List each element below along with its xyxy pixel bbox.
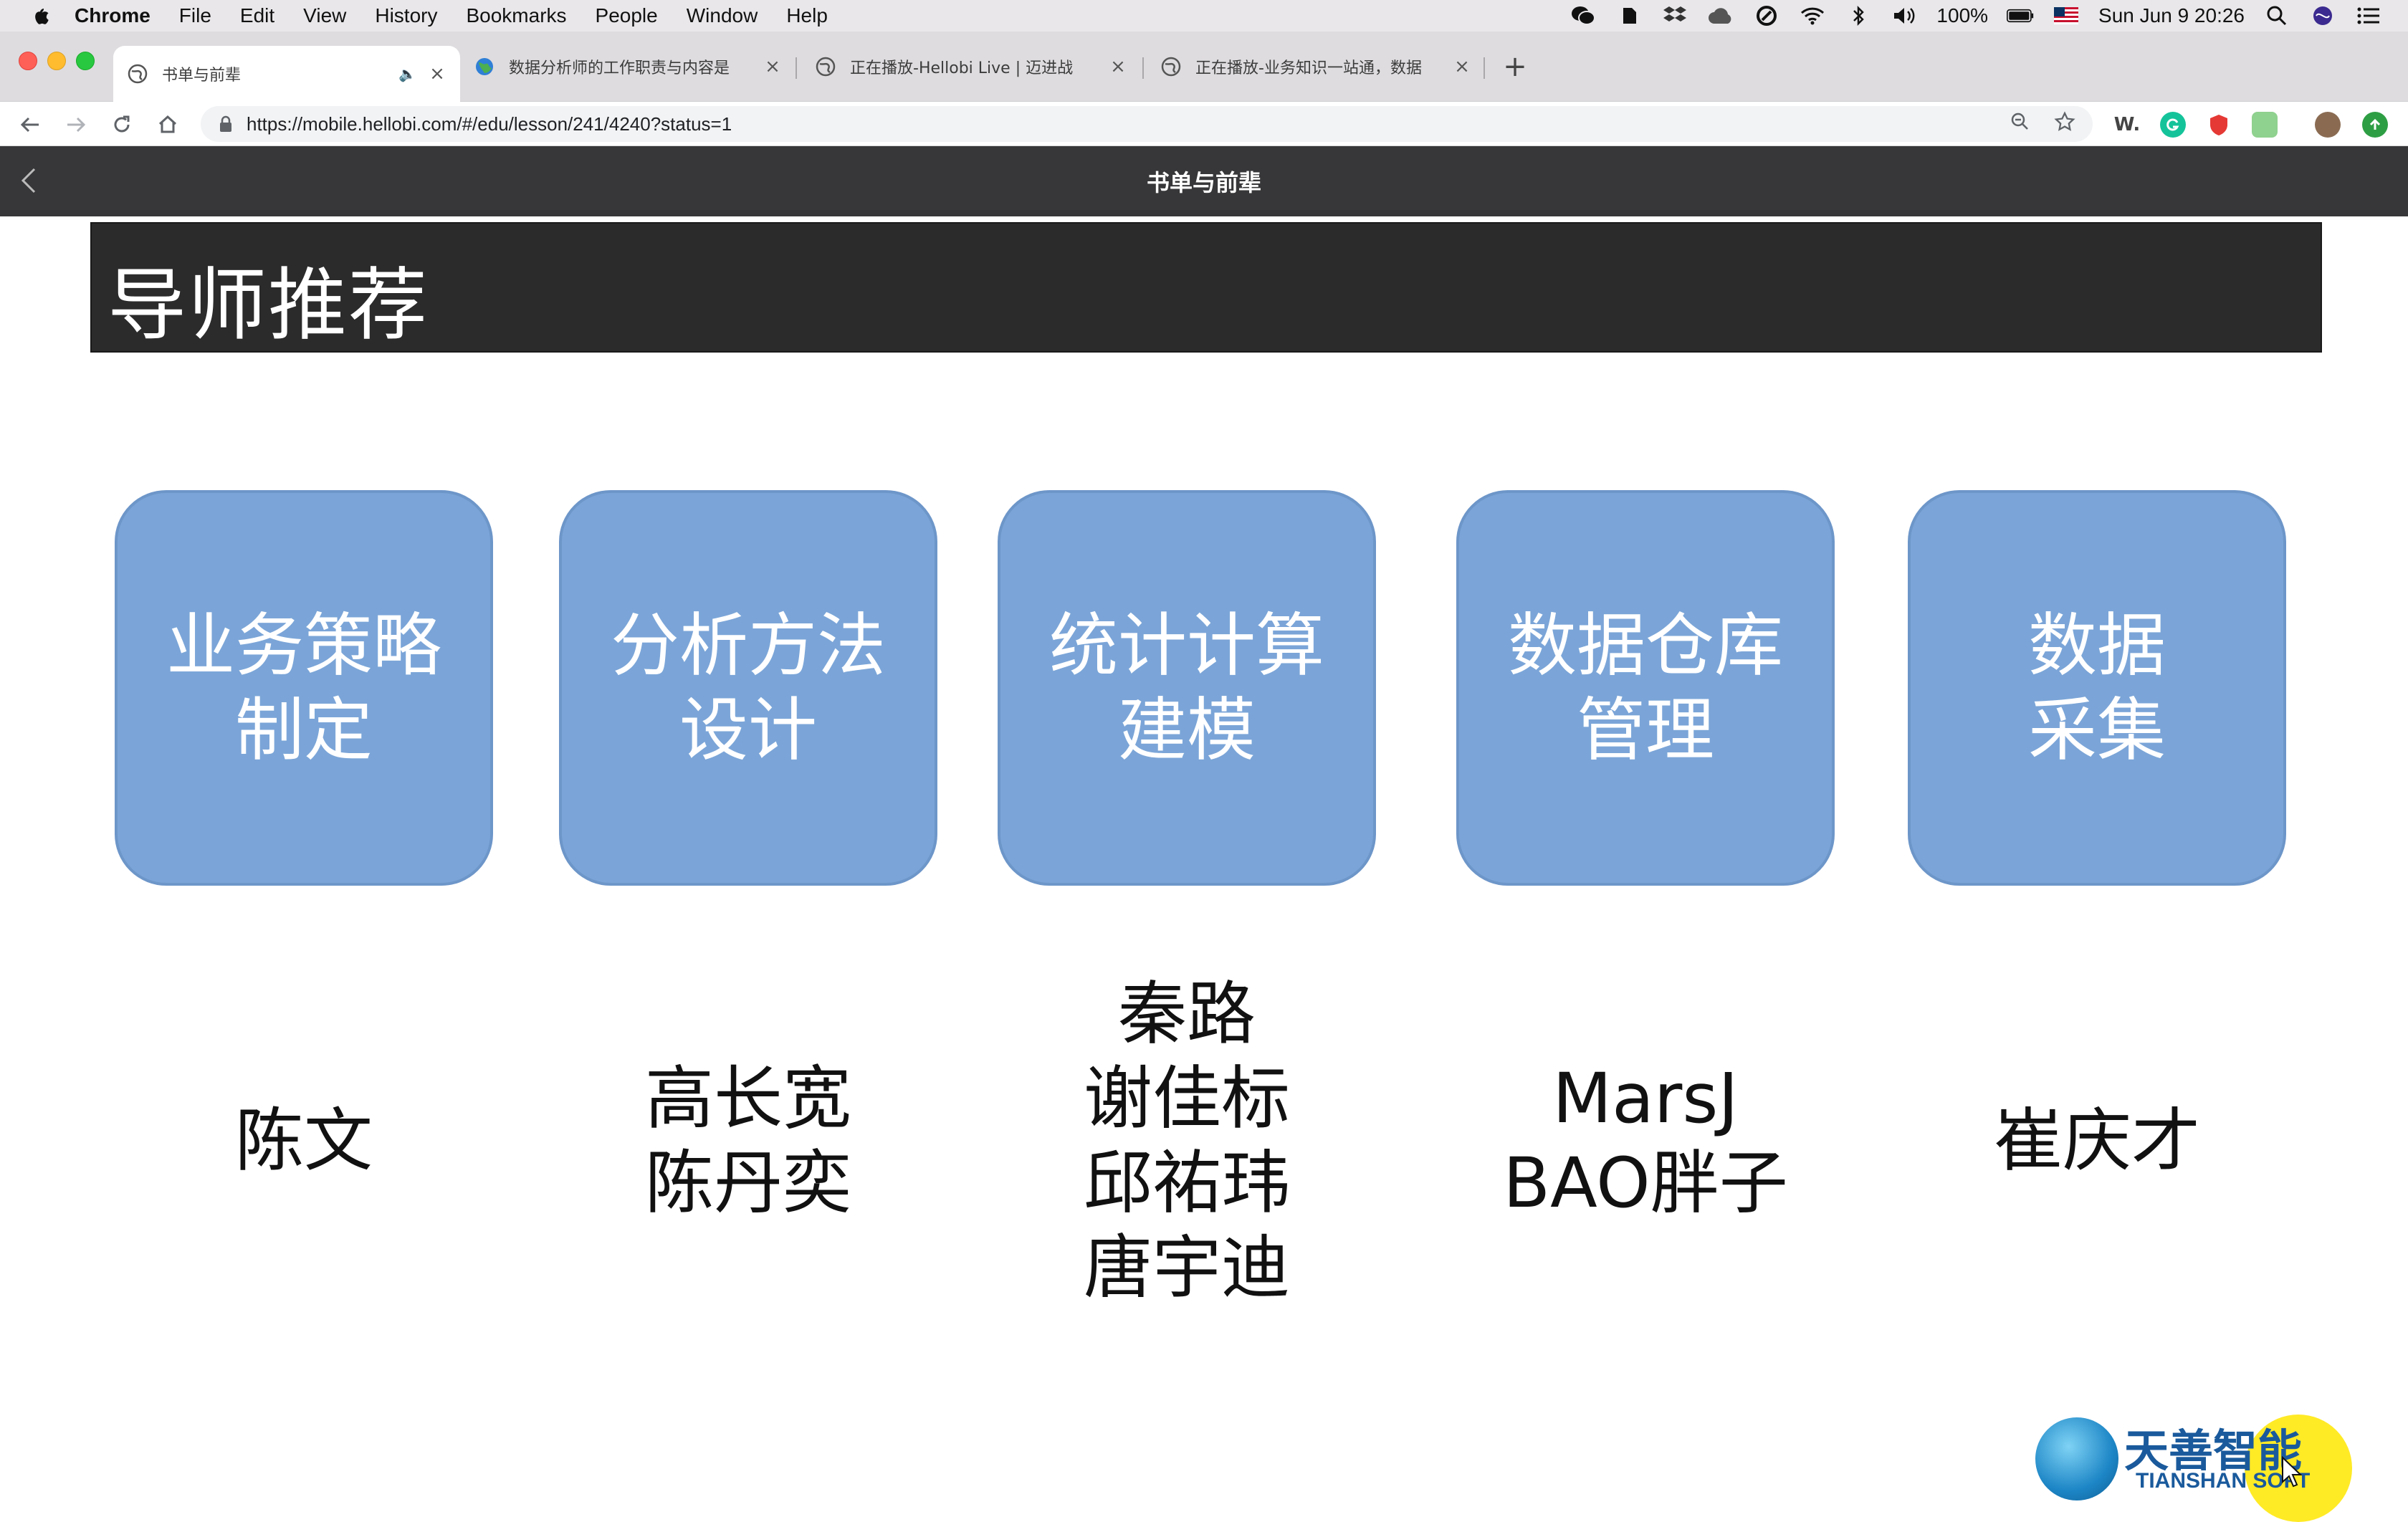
avatar[interactable] [2315, 112, 2341, 138]
menu-app-chrome[interactable]: Chrome [75, 4, 150, 27]
volume-icon[interactable] [1891, 4, 1918, 28]
tab-title: 正在播放-Hellobi Live | 迈进战 [850, 59, 1074, 77]
wechat-icon[interactable] [1570, 4, 1597, 28]
tab-separator [1484, 57, 1485, 79]
tab-close-icon[interactable]: × [764, 56, 781, 77]
tab-close-icon[interactable]: × [1453, 56, 1471, 77]
mentor-names: MarsJ BAO胖子 [1456, 969, 1835, 1313]
menu-bar: Chrome File Edit View History Bookmarks … [0, 0, 2408, 32]
reload-icon[interactable] [108, 110, 136, 139]
slide-title-bar: 导师推荐 [90, 222, 2322, 353]
category-card-data-warehouse: 数据仓库 管理 [1456, 490, 1835, 886]
category-card-analysis-method: 分析方法 设计 [559, 490, 937, 886]
menu-bookmarks[interactable]: Bookmarks [466, 4, 566, 27]
tab-close-icon[interactable]: × [1109, 56, 1127, 77]
browser-toolbar: https://mobile.hellobi.com/#/edu/lesson/… [0, 102, 2408, 146]
tab-separator [1142, 57, 1144, 79]
menu-history[interactable]: History [375, 4, 437, 27]
mouse-pointer-icon [2280, 1455, 2303, 1489]
menu-file[interactable]: File [179, 4, 211, 27]
dropbox-icon[interactable] [1661, 4, 1688, 28]
clock[interactable]: Sun Jun 9 20:26 [2098, 4, 2245, 27]
globe-icon [1161, 57, 1181, 77]
siri-icon[interactable] [2309, 4, 2336, 28]
tab-2[interactable]: 正在播放-Hellobi Live | 迈进战 × [801, 46, 1141, 87]
tab-1[interactable]: 数据分析师的工作职责与内容是 × [460, 46, 796, 87]
back-chevron-icon[interactable] [17, 166, 46, 195]
new-tab-button[interactable]: + [1501, 52, 1529, 82]
lock-icon[interactable] [216, 115, 235, 133]
mentor-names: 高长宽 陈丹奕 [559, 969, 937, 1313]
speaker-icon[interactable]: 🔈 [398, 65, 419, 82]
category-card-business-strategy: 业务策略 制定 [115, 490, 493, 886]
bluetooth-icon[interactable] [1845, 4, 1872, 28]
slide-content: 导师推荐 业务策略 制定 分析方法 设计 统计计算 建模 数据仓库 管理 数据 … [0, 216, 2408, 1522]
card-label: 数据仓库 管理 [1508, 606, 1783, 770]
mentor-name-list: 高长宽 陈丹奕 [645, 1058, 851, 1223]
tab-title: 书单与前辈 [162, 67, 242, 85]
mentor-name-list: 陈文 [235, 1101, 373, 1181]
globe-icon [128, 64, 148, 84]
zoom-icon[interactable] [2010, 111, 2030, 138]
mentor-name-list: MarsJ BAO胖子 [1503, 1058, 1788, 1223]
mentor-names: 秦路 谢佳标 邱祐玮 唐宇迪 [998, 969, 1376, 1313]
notification-center-icon[interactable] [2355, 4, 2382, 28]
window-close-button[interactable] [19, 52, 37, 70]
home-icon[interactable] [153, 110, 182, 139]
mentor-name-list: 秦路 谢佳标 邱祐玮 唐宇迪 [1084, 974, 1290, 1308]
category-card-data-collection: 数据 采集 [1908, 490, 2286, 886]
back-arrow-icon[interactable] [16, 110, 44, 139]
earth-icon [474, 57, 494, 77]
bookmark-star-icon[interactable] [2054, 110, 2075, 138]
logo-globe-icon [2035, 1417, 2118, 1501]
shield-extension-icon[interactable] [2206, 112, 2232, 138]
extension-w-icon[interactable]: W. [2114, 112, 2140, 138]
slide-title: 导师推荐 [108, 259, 429, 351]
tab-3[interactable]: 正在播放-业务知识一站通，数据 × [1147, 46, 1485, 87]
battery-percent: 100% [1936, 4, 1989, 27]
category-card-statistical-modeling: 统计计算 建模 [998, 490, 1376, 886]
sync-circle-icon[interactable] [1753, 4, 1780, 28]
card-label: 分析方法 设计 [611, 606, 886, 770]
extension-green-icon[interactable] [2252, 112, 2278, 138]
url-text[interactable]: https://mobile.hellobi.com/#/edu/lesson/… [247, 113, 732, 135]
tab-0[interactable]: 书单与前辈 🔈 × [113, 46, 460, 102]
menu-people[interactable]: People [596, 4, 658, 27]
menu-help[interactable]: Help [786, 4, 828, 27]
grammarly-icon[interactable] [2160, 112, 2186, 138]
window-zoom-button[interactable] [76, 52, 95, 70]
window-minimize-button[interactable] [47, 52, 66, 70]
menu-window[interactable]: Window [687, 4, 758, 27]
cloud-icon[interactable] [1707, 4, 1734, 28]
card-label: 统计计算 建模 [1049, 606, 1324, 770]
globe-icon [816, 57, 836, 77]
menu-edit[interactable]: Edit [240, 4, 274, 27]
tab-close-icon[interactable]: × [429, 63, 446, 85]
page-title: 书单与前辈 [1146, 169, 1261, 196]
address-bar[interactable]: https://mobile.hellobi.com/#/edu/lesson/… [201, 106, 2093, 142]
wifi-icon[interactable] [1799, 4, 1826, 28]
mentor-names: 陈文 [115, 969, 493, 1313]
apple-icon[interactable] [26, 1, 54, 30]
forward-arrow-icon[interactable] [62, 110, 90, 139]
card-label: 业务策略 制定 [166, 606, 441, 770]
battery-icon[interactable] [2007, 4, 2034, 28]
tab-title: 数据分析师的工作职责与内容是 [509, 59, 730, 77]
mentor-name-list: 崔庆才 [1994, 1101, 2200, 1181]
card-label: 数据 采集 [2028, 606, 2166, 770]
tab-separator [796, 57, 797, 79]
update-arrow-icon[interactable] [2362, 112, 2388, 138]
flag-us-icon[interactable] [2053, 4, 2080, 28]
evernote-icon[interactable] [1615, 4, 1643, 28]
tab-title: 正在播放-业务知识一站通，数据 [1195, 59, 1422, 77]
spotlight-search-icon[interactable] [2263, 4, 2290, 28]
page-header: 书单与前辈 [0, 146, 2408, 216]
tab-strip: 书单与前辈 🔈 × 数据分析师的工作职责与内容是 × 正在播放-Hellobi … [0, 32, 2408, 102]
tianshan-logo: 天善智能 TIANSHAN SOFT [2035, 1409, 2351, 1505]
menu-view[interactable]: View [303, 4, 346, 27]
mentor-names: 崔庆才 [1908, 969, 2286, 1313]
